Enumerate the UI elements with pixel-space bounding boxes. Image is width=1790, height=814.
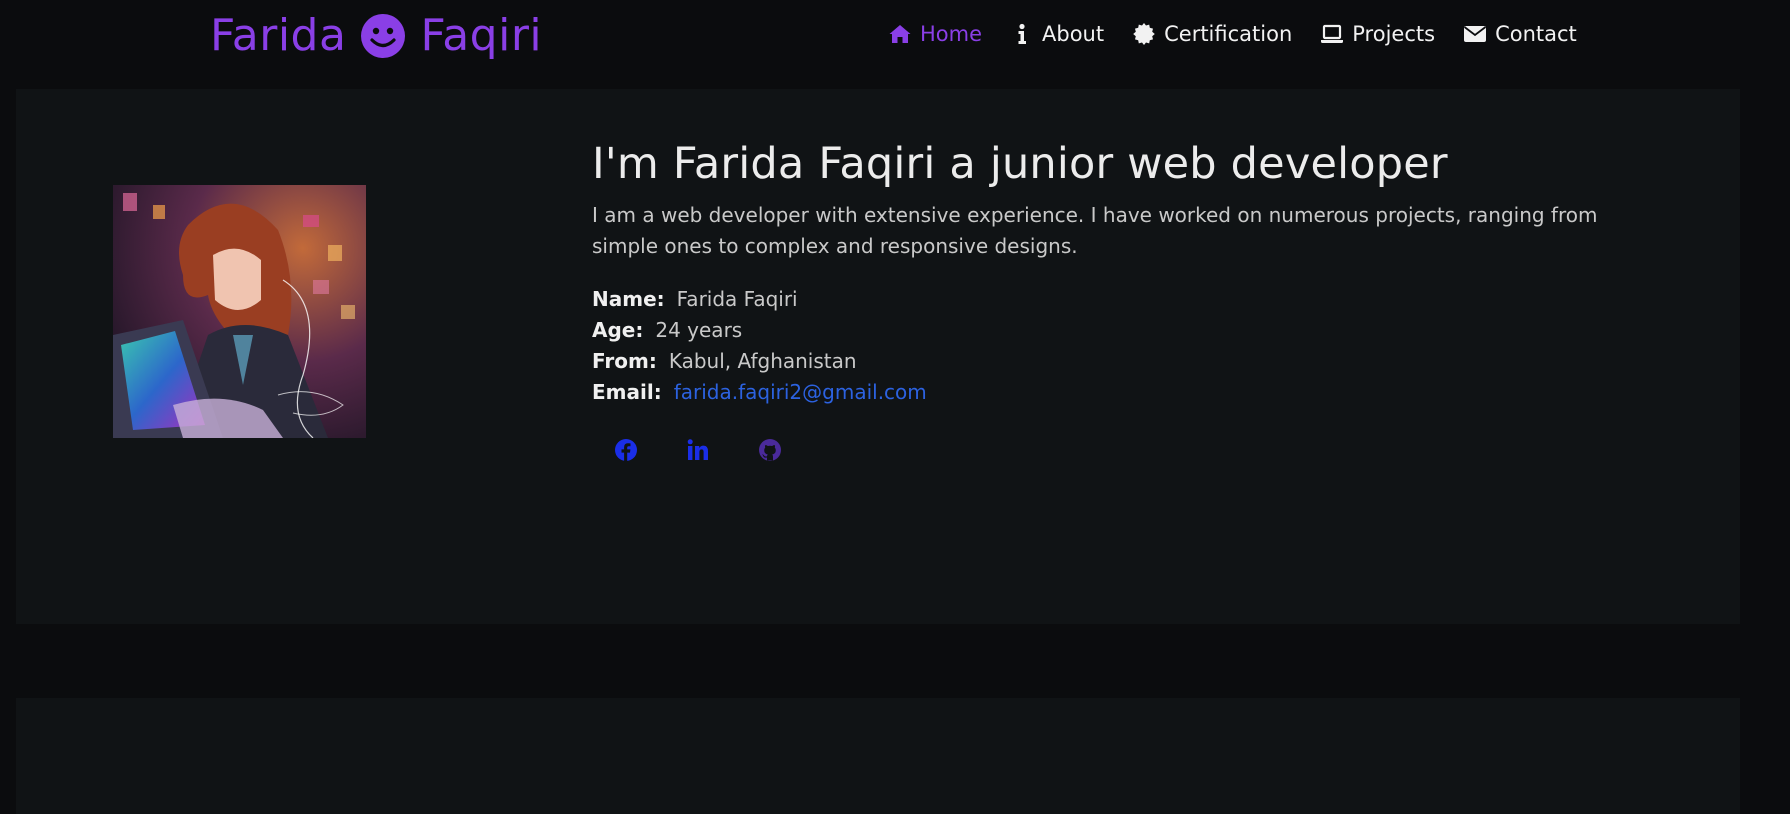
info-row-age: Age: 24 years [592, 315, 1672, 346]
info-label: From: [592, 349, 657, 373]
hero-intro: I am a web developer with extensive expe… [592, 203, 1598, 258]
info-value: Kabul, Afghanistan [668, 349, 857, 373]
github-icon[interactable] [758, 438, 782, 462]
social-links [592, 438, 1672, 462]
nav-item-contact[interactable]: Contact [1463, 22, 1577, 46]
brand-last-name: Faqiri [420, 10, 543, 61]
linkedin-icon[interactable] [686, 438, 710, 462]
nav-label-about: About [1042, 22, 1105, 46]
main-nav: Home About Certification Projects Contac… [888, 22, 1577, 46]
facebook-icon[interactable] [614, 438, 638, 462]
email-link[interactable]: farida.faqiri2@gmail.com [674, 377, 927, 408]
home-icon [889, 25, 911, 43]
nav-label-contact: Contact [1495, 22, 1577, 46]
info-label: Email: [592, 380, 662, 404]
info-label: Name: [592, 287, 665, 311]
nav-item-projects[interactable]: Projects [1320, 22, 1435, 46]
nav-label-certification: Certification [1164, 22, 1293, 46]
profile-photo [113, 185, 366, 438]
info-value: 24 years [655, 318, 743, 342]
info-row-from: From: Kabul, Afghanistan [592, 346, 1672, 377]
info-value: Farida Faqiri [676, 287, 798, 311]
nav-item-home[interactable]: Home [888, 22, 982, 46]
laptop-icon [1321, 24, 1344, 43]
hero-headline: I'm Farida Faqiri a junior web developer [592, 139, 1448, 189]
nav-label-projects: Projects [1352, 22, 1436, 46]
info-label: Age: [592, 318, 644, 342]
info-list: Name: Farida Faqiri Age: 24 years From: … [592, 284, 1672, 408]
nav-label-home: Home [920, 22, 983, 46]
info-icon [1018, 23, 1027, 44]
hero-content: I'm Farida Faqiri a junior web developer… [592, 136, 1672, 462]
nav-item-about[interactable]: About [1010, 22, 1104, 46]
envelope-icon [1464, 26, 1487, 42]
info-row-email: Email: farida.faqiri2@gmail.com [592, 377, 1672, 408]
info-row-name: Name: Farida Faqiri [592, 284, 1672, 315]
next-section [16, 698, 1740, 814]
certificate-icon [1133, 23, 1155, 45]
brand-logo[interactable]: Farida Faqiri [210, 10, 542, 61]
navbar: Farida Faqiri Home About Certification P… [0, 0, 1790, 76]
nav-item-certification[interactable]: Certification [1132, 22, 1292, 46]
brand-first-name: Farida [210, 10, 347, 61]
smile-icon [361, 13, 406, 58]
